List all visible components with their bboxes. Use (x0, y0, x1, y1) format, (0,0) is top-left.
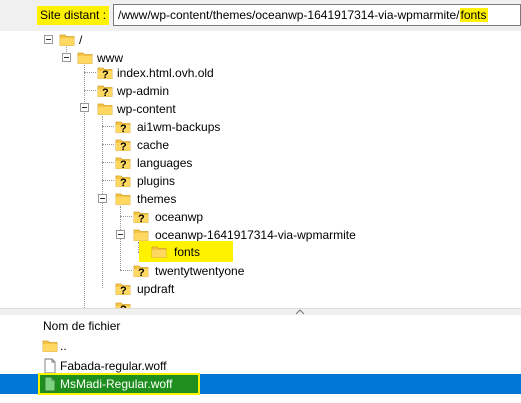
tree-node-root[interactable]: / (79, 32, 82, 48)
tree-connector (120, 270, 132, 271)
tree-node-twentytwentyone[interactable]: twentytwentyone (155, 263, 244, 279)
remote-path-prefix: /www/wp-content/themes/oceanwp-164191731… (118, 8, 460, 22)
remote-path-highlight: fonts (459, 8, 488, 22)
list-item-selected[interactable]: MsMadi-Regular.woff (0, 373, 521, 395)
collapse-toggle[interactable] (62, 53, 71, 62)
file-icon (42, 376, 58, 392)
tree-connector (102, 144, 114, 145)
file-name: .. (60, 339, 67, 353)
folder-icon (97, 101, 113, 117)
collapse-toggle[interactable] (80, 103, 89, 112)
collapse-toggle[interactable] (44, 35, 53, 44)
tree-connector (102, 126, 114, 127)
unknown-folder-icon (133, 263, 149, 279)
tree-node-cache[interactable]: cache (137, 137, 169, 153)
folder-icon (115, 191, 131, 207)
tree-node-languages[interactable]: languages (137, 155, 192, 171)
collapse-toggle[interactable] (116, 230, 125, 239)
remote-file-list[interactable]: Nom de fichier .. Fabada-regular.woff Ms… (0, 314, 521, 403)
tree-node-ai1wm-backups[interactable]: ai1wm-backups (137, 119, 220, 135)
tree-connector (84, 62, 85, 308)
unknown-folder-icon (115, 119, 131, 135)
remote-site-bar: Site distant : /www/wp-content/themes/oc… (0, 0, 521, 31)
tree-connector (120, 216, 132, 217)
tree-connector (102, 180, 114, 181)
column-header-filename[interactable]: Nom de fichier (43, 318, 120, 334)
folder-icon (42, 338, 58, 354)
tree-connector (102, 162, 114, 163)
remote-path-text: /www/wp-content/themes/oceanwp-164191731… (118, 5, 488, 25)
remote-site-label: Site distant : (37, 6, 110, 25)
tree-node-wp-content[interactable]: wp-content (117, 101, 176, 117)
file-icon (42, 358, 58, 374)
tree-connector (84, 90, 96, 91)
unknown-folder-icon (97, 83, 113, 99)
file-name: MsMadi-Regular.woff (60, 377, 173, 391)
list-item[interactable]: .. (0, 336, 521, 356)
unknown-folder-icon (133, 209, 149, 225)
remote-directory-tree[interactable]: / www index.html.ovh.old wp-admin wp-con… (0, 32, 521, 308)
tree-node-plugins[interactable]: plugins (137, 173, 175, 189)
tree-node-themes[interactable]: themes (137, 191, 176, 207)
tree-node-www[interactable]: www (97, 50, 123, 66)
collapse-toggle[interactable] (98, 194, 107, 203)
tree-connector (84, 72, 96, 73)
tree-node-index[interactable]: index.html.ovh.old (117, 65, 214, 81)
folder-icon (59, 32, 75, 48)
unknown-folder-icon (97, 65, 113, 81)
unknown-folder-icon (115, 137, 131, 153)
tree-node-fonts[interactable]: fonts (174, 244, 200, 260)
unknown-folder-icon (115, 300, 131, 308)
folder-icon (151, 244, 167, 260)
unknown-folder-icon (115, 173, 131, 189)
tree-node-oceanwp[interactable]: oceanwp (155, 209, 203, 225)
unknown-folder-icon (115, 155, 131, 171)
remote-path-input[interactable]: /www/wp-content/themes/oceanwp-164191731… (113, 4, 521, 26)
tree-node-updraft[interactable]: updraft (137, 281, 174, 297)
unknown-folder-icon (115, 281, 131, 297)
file-name: Fabada-regular.woff (60, 359, 167, 373)
folder-icon (77, 50, 93, 66)
tree-node-wp-admin[interactable]: wp-admin (117, 83, 169, 99)
